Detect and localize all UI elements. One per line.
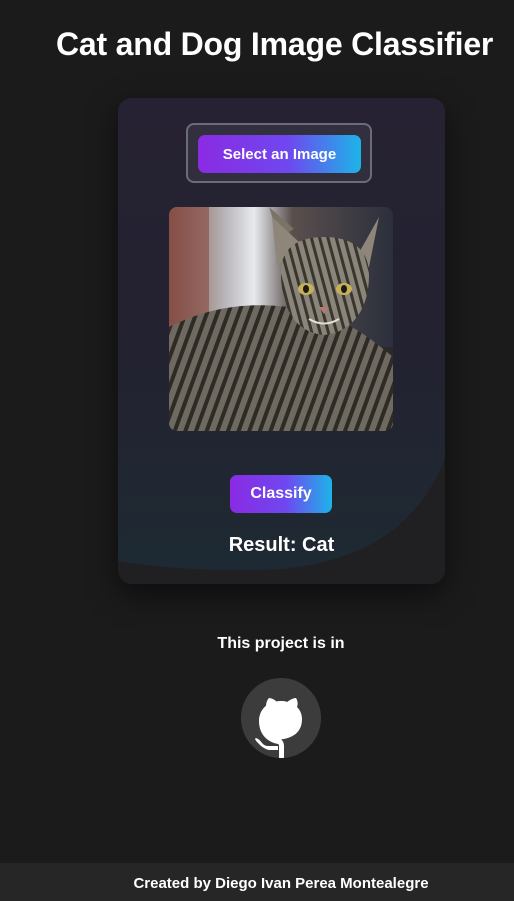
result-text: Result: Cat [228, 534, 335, 556]
github-icon [241, 678, 321, 758]
footer-credit: Created by Diego Ivan Perea Montealegre [133, 875, 429, 892]
cat-photo [169, 207, 393, 431]
classifier-card: Select an Image Classify Result: Cat [118, 98, 445, 584]
github-link[interactable] [241, 678, 321, 758]
classify-button[interactable]: Classify [230, 475, 332, 513]
footer: Created by Diego Ivan Perea Montealegre [0, 863, 514, 901]
page-title: Cat and Dog Image Classifier [56, 26, 494, 62]
file-select-frame: Select an Image [186, 123, 372, 183]
project-note: This project is in [217, 635, 345, 652]
image-preview [169, 207, 393, 431]
select-image-button[interactable]: Select an Image [198, 135, 361, 173]
page: Cat and Dog Image Classifier Select an I… [0, 0, 514, 901]
